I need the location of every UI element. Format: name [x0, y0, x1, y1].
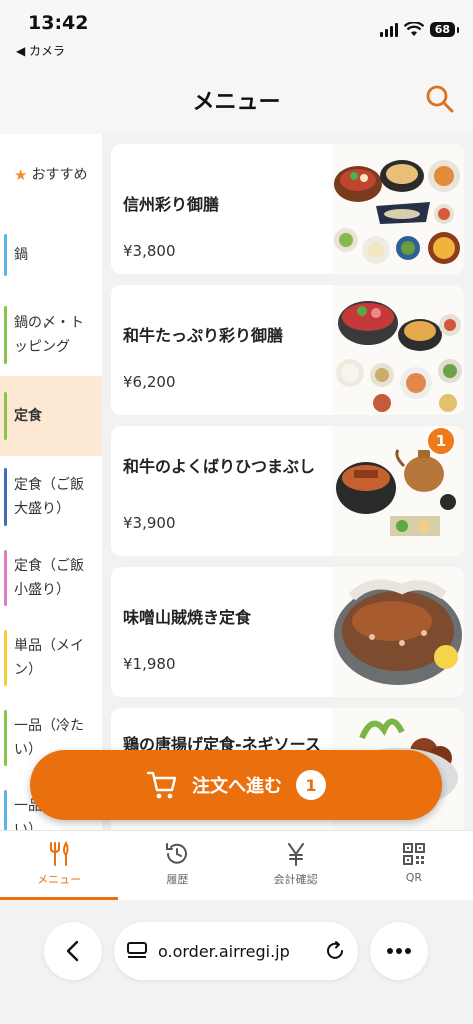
category-color-bar	[4, 392, 7, 440]
address-bar[interactable]: o.order.airregi.jp	[114, 922, 358, 980]
sidebar-item-teishoku-small[interactable]: 定食（ご飯小盛り）	[0, 538, 102, 618]
menu-item-name: 信州彩り御膳	[123, 195, 220, 214]
tab-menu[interactable]: メニュー	[0, 831, 119, 900]
menu-item-price: ¥3,900	[123, 514, 176, 532]
menu-item-price: ¥6,200	[123, 373, 176, 391]
browser-back-button[interactable]	[44, 922, 102, 980]
tab-label: QR	[405, 871, 423, 884]
system-indicators: 68	[379, 22, 460, 37]
menu-item-name: 和牛のよくばりひつまぶし	[123, 457, 316, 476]
sidebar-item-recommended[interactable]: ★ おすすめ	[0, 134, 102, 216]
tab-label: 履歴	[166, 873, 189, 886]
url-text: o.order.airregi.jp	[158, 941, 290, 961]
reload-icon[interactable]	[324, 940, 346, 962]
tab-label: メニュー	[37, 873, 82, 886]
menu-card[interactable]: 和牛のよくばりひつまぶし ¥3,900 1	[111, 426, 464, 556]
tab-history[interactable]: 履歴	[118, 831, 236, 900]
tab-label: 会計確認	[273, 873, 318, 886]
food-image	[332, 285, 464, 415]
sidebar-item-label: おすすめ	[31, 167, 88, 183]
order-button-label: 注文へ進む	[192, 776, 282, 797]
menu-card[interactable]: 味噌山賊焼き定食 ¥1,980	[111, 567, 464, 697]
sidebar-item-nabe-topping[interactable]: 鍋の〆・トッピング	[0, 294, 102, 376]
category-sidebar: ★ おすすめ 鍋 鍋の〆・トッピング 定食 定食（ご飯大盛り） 定食（ご飯小盛り…	[0, 134, 102, 830]
wifi-icon	[403, 22, 424, 36]
page-menu-icon	[127, 942, 147, 958]
category-color-bar	[4, 630, 7, 686]
sidebar-item-label: 定食	[14, 408, 42, 424]
order-count-badge: 1	[296, 770, 326, 800]
cart-count-badge: 1	[426, 426, 456, 456]
more-icon	[387, 948, 411, 954]
status-bar: 13:42 ◀ カメラ 68	[0, 0, 473, 62]
category-color-bar	[4, 468, 7, 526]
menu-item-name: 味噌山賊焼き定食	[123, 608, 252, 627]
sidebar-item-nabe[interactable]: 鍋	[0, 216, 102, 294]
sidebar-item-label: 単品（メイン）	[14, 638, 84, 678]
proceed-to-order-button[interactable]: 注文へ進む 1	[30, 750, 442, 820]
signal-icon	[379, 22, 398, 37]
menu-item-price: ¥3,800	[123, 242, 176, 260]
history-icon	[166, 843, 188, 864]
menu-card[interactable]: 和牛たっぷり彩り御膳 ¥6,200	[111, 285, 464, 415]
food-image	[332, 567, 464, 697]
app-header: メニュー	[0, 62, 473, 134]
category-color-bar	[4, 790, 7, 830]
sidebar-item-teishoku[interactable]: 定食	[0, 376, 102, 456]
star-icon: ★	[14, 166, 28, 184]
tab-qr[interactable]: QR	[355, 831, 473, 900]
yen-icon	[287, 843, 304, 866]
battery-indicator: 68	[429, 22, 460, 37]
category-color-bar	[4, 234, 7, 276]
back-to-camera-link[interactable]: ◀ カメラ	[16, 42, 65, 59]
category-color-bar	[4, 306, 7, 364]
sidebar-item-tanpin-main[interactable]: 単品（メイン）	[0, 618, 102, 698]
sidebar-item-label: 定食（ご飯大盛り）	[14, 477, 84, 517]
menu-list: 信州彩り御膳 ¥3,800 和牛たっぷり彩り御膳 ¥6,200 和牛のよくばりひ…	[102, 134, 473, 830]
bottom-tab-bar: メニュー 履歴 会計確認 QR	[0, 830, 473, 900]
status-time: 13:42	[28, 12, 89, 34]
page-title: メニュー	[192, 90, 281, 115]
menu-card[interactable]: 信州彩り御膳 ¥3,800	[111, 144, 464, 274]
sidebar-item-label: 鍋の〆・トッピング	[14, 315, 84, 355]
browser-more-button[interactable]	[370, 922, 428, 980]
sidebar-item-label: 鍋	[14, 247, 28, 263]
sidebar-item-teishoku-large[interactable]: 定食（ご飯大盛り）	[0, 456, 102, 538]
food-image	[332, 144, 464, 274]
chevron-left-icon	[66, 940, 79, 962]
fork-knife-icon	[50, 841, 69, 866]
cart-icon	[146, 771, 177, 799]
browser-toolbar: o.order.airregi.jp	[0, 900, 473, 1024]
menu-item-price: ¥1,980	[123, 655, 176, 673]
search-icon[interactable]	[425, 84, 455, 114]
menu-item-name: 和牛たっぷり彩り御膳	[123, 326, 284, 345]
sidebar-item-label: 定食（ご飯小盛り）	[14, 558, 84, 598]
qr-icon	[402, 843, 425, 865]
category-color-bar	[4, 550, 7, 606]
tab-bill-check[interactable]: 会計確認	[237, 831, 355, 900]
category-color-bar	[4, 710, 7, 766]
